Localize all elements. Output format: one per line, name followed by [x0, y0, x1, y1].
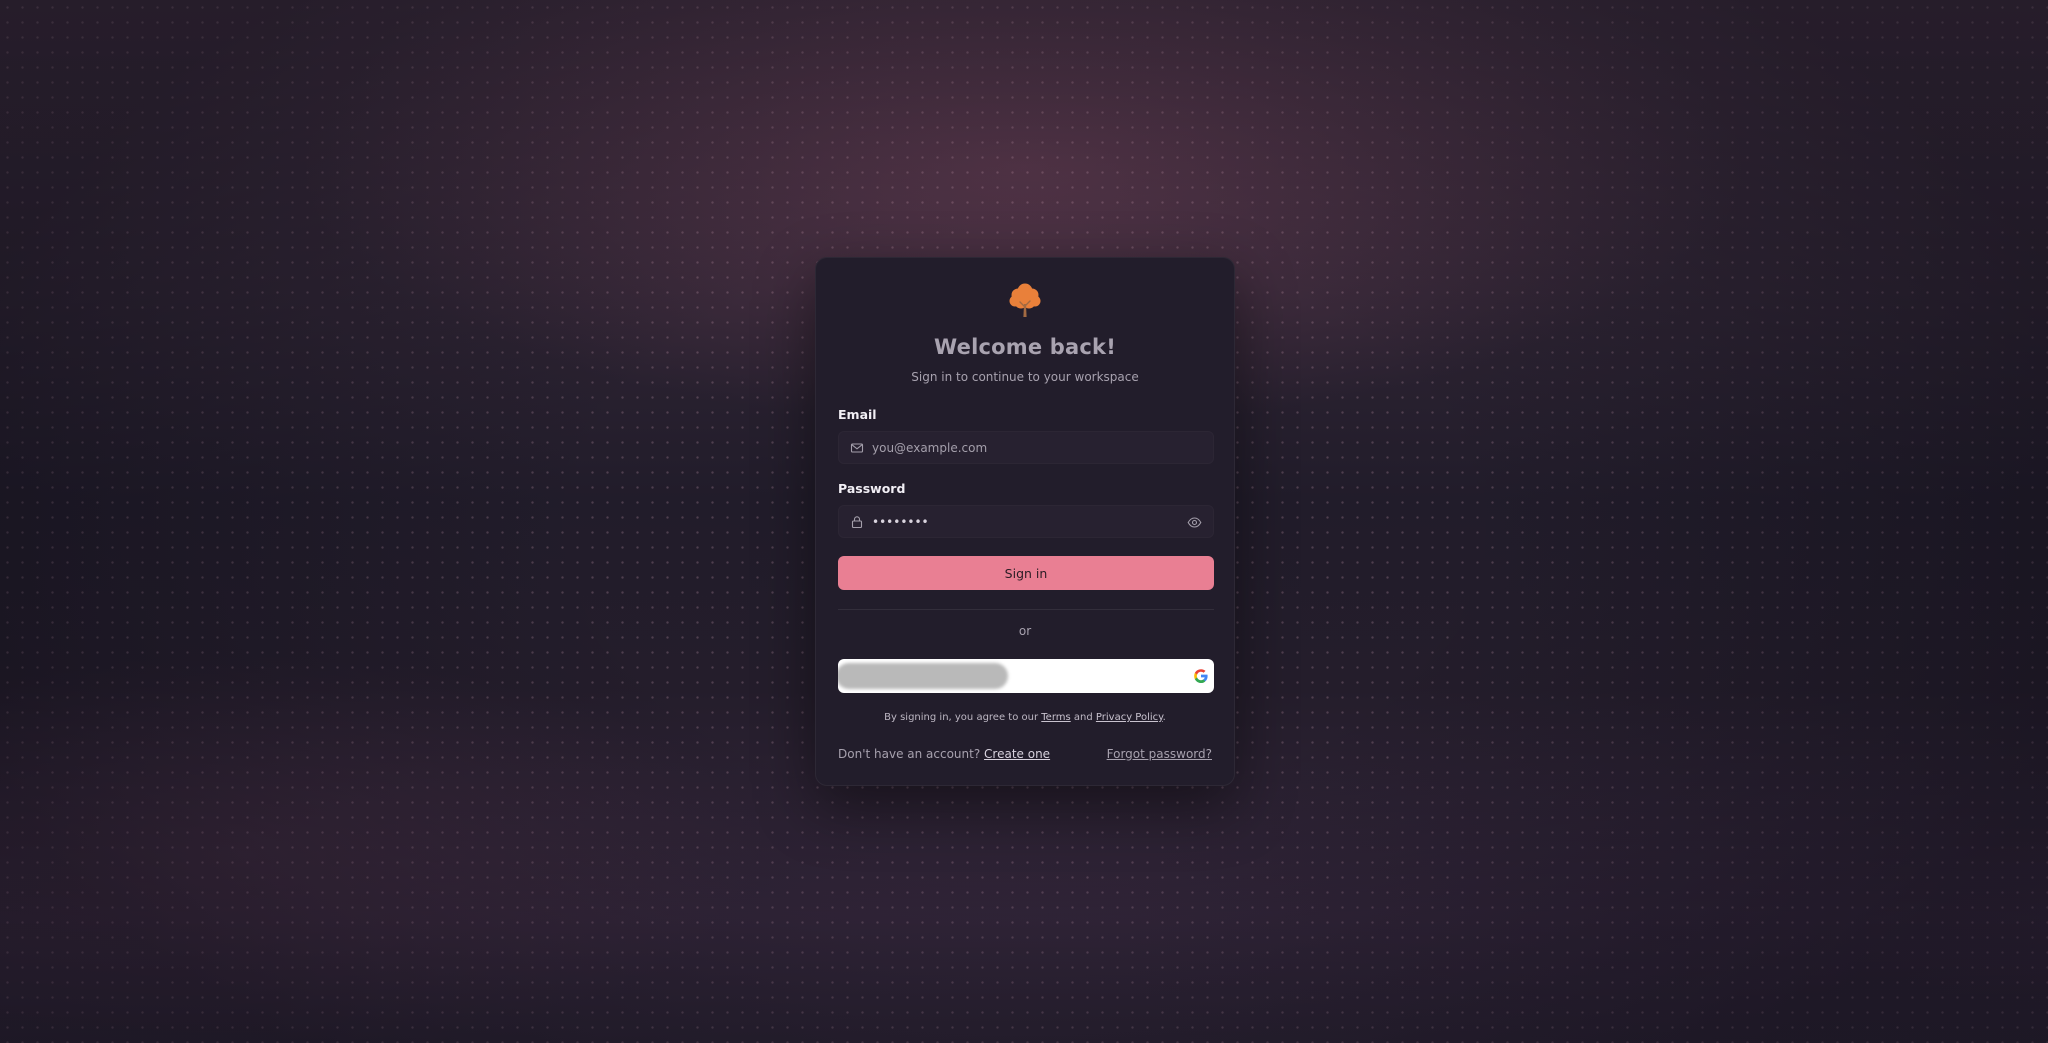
- privacy-policy-link[interactable]: Privacy Policy: [1096, 712, 1163, 723]
- redacted-label: [838, 663, 1008, 689]
- terms-link[interactable]: Terms: [1041, 712, 1070, 723]
- no-account-text: Don't have an account?: [838, 747, 981, 761]
- legal-notice: By signing in, you agree to our Terms an…: [816, 712, 1234, 723]
- sign-in-button[interactable]: Sign in: [838, 556, 1214, 590]
- tree-icon: [1009, 283, 1041, 317]
- mail-icon: [850, 443, 864, 453]
- footer-links: Don't have an account? Create one Forgot…: [838, 747, 1212, 761]
- email-field[interactable]: [872, 432, 1172, 463]
- create-account-link[interactable]: Create one: [984, 747, 1050, 761]
- email-label: Email: [838, 407, 877, 422]
- password-field[interactable]: [872, 506, 1172, 537]
- password-field-wrapper: [838, 505, 1214, 538]
- legal-prefix: By signing in, you agree to our: [884, 712, 1039, 723]
- google-sign-in-button[interactable]: [838, 659, 1214, 693]
- divider-text: or: [1018, 624, 1032, 638]
- google-icon: [1194, 669, 1208, 683]
- email-field-wrapper: [838, 431, 1214, 464]
- divider: [838, 609, 1214, 610]
- lock-icon: [851, 516, 863, 529]
- login-card: Welcome back! Sign in to continue to you…: [815, 257, 1235, 786]
- legal-suffix: .: [1162, 712, 1166, 723]
- signup-prompt: Don't have an account? Create one: [838, 747, 1050, 761]
- forgot-password-link[interactable]: Forgot password?: [1107, 747, 1212, 761]
- eye-icon[interactable]: [1187, 515, 1202, 530]
- page-title: Welcome back!: [934, 335, 1116, 359]
- page-subtitle: Sign in to continue to your workspace: [911, 370, 1139, 384]
- password-label: Password: [838, 481, 906, 496]
- legal-and: and: [1073, 712, 1093, 723]
